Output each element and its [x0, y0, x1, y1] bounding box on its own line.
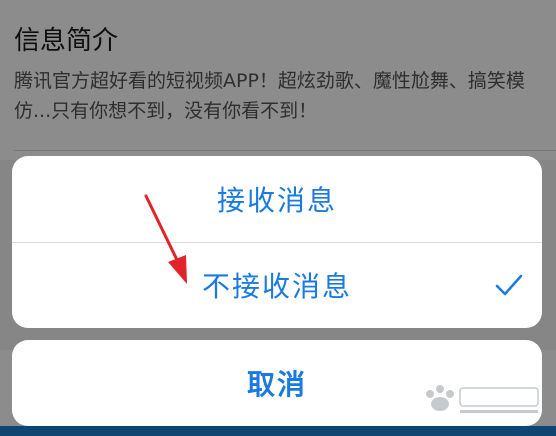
do-not-receive-messages-label: 不接收消息: [201, 270, 352, 303]
cancel-label: 取消: [246, 368, 307, 401]
receive-messages-option[interactable]: 接收消息: [12, 156, 542, 242]
checkmark-icon: [495, 274, 523, 296]
action-sheet: 接收消息 不接收消息: [12, 156, 542, 328]
do-not-receive-messages-option[interactable]: 不接收消息: [12, 242, 542, 328]
receive-messages-label: 接收消息: [216, 184, 337, 217]
cancel-button[interactable]: 取消: [12, 340, 542, 426]
